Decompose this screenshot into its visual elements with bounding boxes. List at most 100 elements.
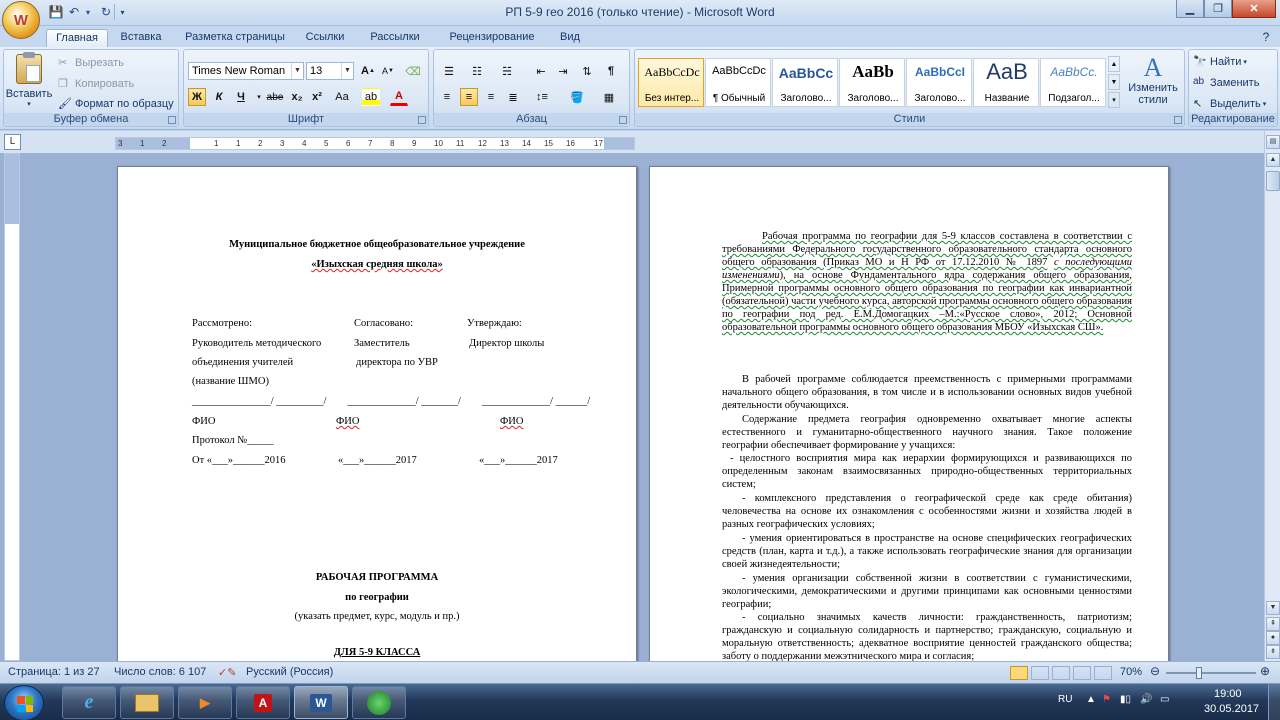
show-marks-icon[interactable]: ¶ bbox=[602, 62, 620, 80]
shrink-font-icon[interactable]: A ▼ bbox=[379, 62, 397, 80]
increase-indent-icon[interactable]: ⇥ bbox=[554, 62, 572, 80]
print-layout-icon[interactable] bbox=[1010, 666, 1028, 680]
style-subtitle[interactable]: AaBbCc. Подзагол... bbox=[1040, 58, 1106, 107]
style-heading2[interactable]: AaBb Заголово... bbox=[839, 58, 905, 107]
network-icon[interactable]: ▮▯ bbox=[1120, 694, 1131, 705]
tab-page-layout[interactable]: Разметка страницы bbox=[178, 29, 292, 47]
font-size-select[interactable]: 13 ▼ bbox=[306, 62, 354, 80]
clear-formatting-icon[interactable]: ⌫ bbox=[404, 62, 422, 80]
paragraph-launcher-icon[interactable] bbox=[619, 116, 627, 124]
underline-button[interactable]: Ч bbox=[232, 88, 250, 106]
clock-date[interactable]: 30.05.2017 bbox=[1204, 703, 1259, 715]
full-screen-icon[interactable] bbox=[1031, 666, 1049, 680]
bold-button[interactable]: Ж bbox=[188, 88, 206, 106]
font-launcher-icon[interactable] bbox=[418, 116, 426, 124]
help-icon[interactable]: ? bbox=[1256, 29, 1276, 47]
borders-icon[interactable]: ▦ bbox=[596, 88, 622, 106]
restore-button[interactable]: ❐ bbox=[1204, 0, 1232, 18]
zoom-slider[interactable] bbox=[1166, 672, 1256, 674]
zoom-slider-thumb[interactable] bbox=[1196, 667, 1202, 679]
shading-icon[interactable]: 🪣 bbox=[564, 88, 590, 106]
style-title[interactable]: AaB Название bbox=[973, 58, 1039, 107]
select-browse-object-icon[interactable]: ● bbox=[1266, 631, 1280, 645]
sort-icon[interactable]: ⇅ bbox=[578, 62, 596, 80]
align-right-icon[interactable]: ≡ bbox=[482, 88, 500, 106]
horizontal-ruler[interactable]: 3 1 2 1 1 2 3 4 5 6 7 8 9 10 11 12 13 14… bbox=[115, 137, 635, 150]
ruler-toggle-icon[interactable]: ▤ bbox=[1266, 135, 1280, 149]
word-taskbar-icon[interactable]: W bbox=[294, 686, 348, 719]
zoom-in-icon[interactable]: ⊕ bbox=[1260, 664, 1270, 678]
media-player-icon[interactable]: ▶ bbox=[178, 686, 232, 719]
action-center-icon[interactable]: ⚑ bbox=[1102, 694, 1111, 705]
explorer-icon[interactable] bbox=[120, 686, 174, 719]
align-left-icon[interactable]: ≡ bbox=[438, 88, 456, 106]
tray-arrow-icon[interactable]: ▲ bbox=[1086, 694, 1096, 705]
replace-button[interactable]: ab Заменить bbox=[1193, 76, 1259, 90]
decrease-indent-icon[interactable]: ⇤ bbox=[532, 62, 550, 80]
page-1[interactable]: Муниципальное бюджетное общеобразователь… bbox=[117, 166, 637, 666]
subscript-button[interactable]: x₂ bbox=[288, 88, 306, 106]
justify-icon[interactable]: ≣ bbox=[504, 88, 522, 106]
tab-review[interactable]: Рецензирование bbox=[440, 29, 544, 47]
change-case-button[interactable]: Aa bbox=[330, 88, 354, 106]
style-heading1[interactable]: AaBbCc Заголово... bbox=[772, 58, 838, 107]
styles-launcher-icon[interactable] bbox=[1174, 116, 1182, 124]
align-center-icon[interactable]: ≡ bbox=[460, 88, 478, 106]
format-painter-button[interactable]: 🖌 Формат по образцу bbox=[58, 97, 174, 111]
office-button[interactable]: W bbox=[2, 1, 40, 39]
scroll-up-icon[interactable]: ▲ bbox=[1266, 153, 1280, 167]
gallery-up-icon[interactable]: ▲ bbox=[1108, 56, 1120, 72]
style-normal[interactable]: AaBbCcDc ¶ Обычный bbox=[705, 58, 771, 107]
word-count[interactable]: Число слов: 6 107 bbox=[114, 666, 206, 678]
start-button[interactable] bbox=[4, 685, 44, 720]
gallery-more-icon[interactable]: ▾ bbox=[1108, 92, 1120, 108]
superscript-button[interactable]: x² bbox=[308, 88, 326, 106]
find-button[interactable]: 🔭 Найти ▾ bbox=[1193, 55, 1247, 69]
strikethrough-button[interactable]: abe bbox=[264, 88, 286, 106]
show-desktop-button[interactable] bbox=[1268, 684, 1280, 720]
vertical-scrollbar[interactable]: ▤ ▲ ▼ ⇞ ● ⇟ bbox=[1264, 131, 1280, 661]
zoom-out-icon[interactable]: ⊖ bbox=[1150, 664, 1160, 678]
minimize-button[interactable]: ▁ bbox=[1176, 0, 1204, 18]
tab-view[interactable]: Вид bbox=[552, 29, 588, 47]
proofing-icon[interactable]: ✓✎ bbox=[218, 666, 236, 679]
zoom-level[interactable]: 70% bbox=[1120, 666, 1142, 678]
power-icon[interactable]: ▭ bbox=[1160, 694, 1169, 705]
scroll-thumb[interactable] bbox=[1266, 171, 1280, 191]
scroll-down-icon[interactable]: ▼ bbox=[1266, 601, 1280, 615]
page-count[interactable]: Страница: 1 из 27 bbox=[8, 666, 100, 678]
tab-insert[interactable]: Вставка bbox=[112, 29, 170, 47]
page-2[interactable]: Рабочая программа по географии для 5-9 к… bbox=[649, 166, 1169, 666]
clock-time[interactable]: 19:00 bbox=[1214, 688, 1242, 700]
line-spacing-icon[interactable]: ↕≡ bbox=[530, 88, 554, 106]
highlighter-icon[interactable]: ab bbox=[362, 88, 380, 106]
cut-button[interactable]: ✂ Вырезать bbox=[58, 56, 124, 70]
internet-explorer-icon[interactable]: e bbox=[62, 686, 116, 719]
font-color-icon[interactable]: A bbox=[390, 88, 408, 106]
pdf-reader-icon[interactable]: A bbox=[236, 686, 290, 719]
close-button[interactable]: ✕ bbox=[1232, 0, 1276, 18]
volume-icon[interactable]: 🔊 bbox=[1140, 694, 1152, 705]
outline-icon[interactable] bbox=[1073, 666, 1091, 680]
previous-page-icon[interactable]: ⇞ bbox=[1266, 617, 1280, 631]
numbering-icon[interactable]: ☷ bbox=[466, 62, 488, 80]
select-button[interactable]: ↖ Выделить ▾ bbox=[1193, 97, 1266, 111]
font-name-select[interactable]: Times New Roman ▼ bbox=[188, 62, 304, 80]
grow-font-icon[interactable]: A ▲ bbox=[359, 62, 377, 80]
web-layout-icon[interactable] bbox=[1052, 666, 1070, 680]
copy-button[interactable]: ❐ Копировать bbox=[58, 77, 134, 91]
italic-button[interactable]: К bbox=[210, 88, 228, 106]
bullets-icon[interactable]: ☰ bbox=[438, 62, 460, 80]
tab-references[interactable]: Ссылки bbox=[300, 29, 350, 47]
style-no-spacing[interactable]: AaBbCcDc Без интер... bbox=[638, 58, 704, 107]
gallery-down-icon[interactable]: ▼ bbox=[1108, 74, 1120, 90]
tab-selector-button[interactable]: L bbox=[4, 134, 21, 150]
app-taskbar-icon[interactable] bbox=[352, 686, 406, 719]
multilevel-list-icon[interactable]: ☵ bbox=[496, 62, 518, 80]
style-heading3[interactable]: AaBbCcI Заголово... bbox=[906, 58, 972, 107]
change-styles-button[interactable]: A Изменить стили bbox=[1125, 54, 1181, 107]
input-language[interactable]: RU bbox=[1058, 694, 1072, 705]
draft-icon[interactable] bbox=[1094, 666, 1112, 680]
language[interactable]: Русский (Россия) bbox=[246, 666, 333, 678]
tab-mailings[interactable]: Рассылки bbox=[364, 29, 426, 47]
